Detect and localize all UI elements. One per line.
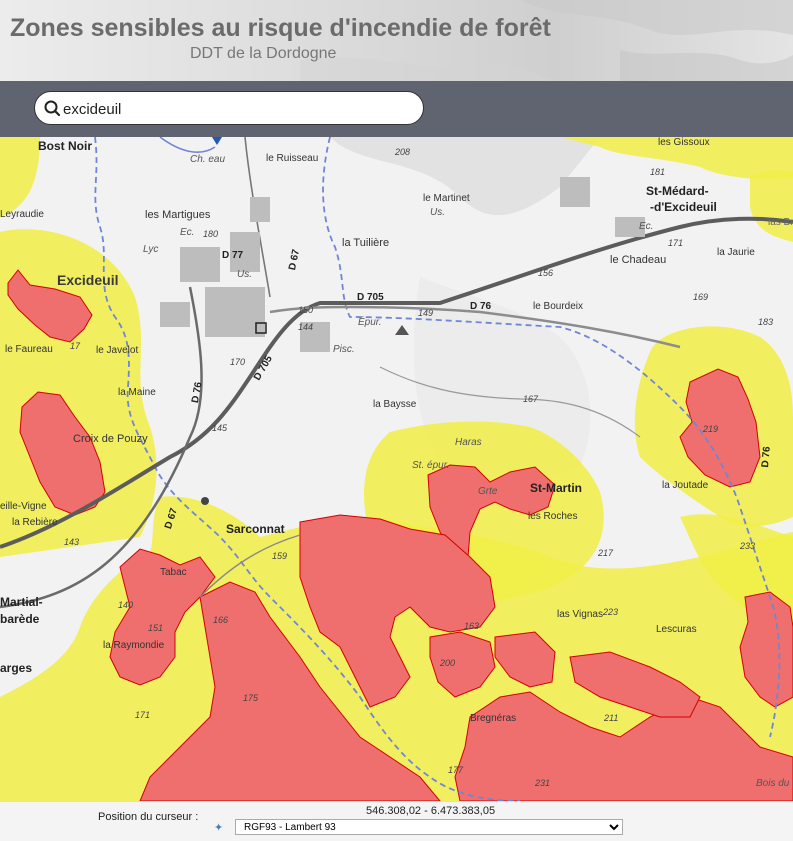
map-label: la Jaurie — [717, 247, 755, 258]
town-label: Excideuil — [57, 272, 119, 288]
map-label: 180 — [203, 229, 219, 239]
map-label: 145 — [212, 423, 228, 433]
map-label: las Vignas — [557, 609, 603, 620]
map-label: 167 — [523, 394, 539, 404]
road-label: D 76 — [470, 301, 492, 312]
map-label: 143 — [64, 537, 80, 547]
map-label: les Martigues — [145, 209, 211, 221]
map-label: le Chadeau — [610, 254, 667, 266]
map-label: la Rebière — [12, 517, 58, 528]
map-label: 177 — [448, 765, 464, 775]
map-label: 170 — [230, 357, 246, 367]
map-label: Us. — [237, 269, 252, 280]
map-label: 231 — [535, 778, 551, 788]
map-label: 166 — [213, 615, 229, 625]
road-label: D 76 — [760, 445, 773, 468]
map-label: la Joutade — [662, 480, 709, 491]
map-label: 219 — [703, 424, 719, 434]
map-label: 163 — [464, 621, 480, 631]
cursor-coordinates: 546.308,02 - 6.473.383,05 — [366, 805, 496, 817]
map-label: 171 — [668, 238, 684, 248]
map-label: la Maine — [118, 387, 156, 398]
map-canvas[interactable]: Bost Noir Ch. eau le Ruisseau 208 les Gi… — [0, 137, 793, 801]
search-box[interactable] — [34, 91, 424, 125]
map-label: Ec. — [180, 227, 195, 238]
map-label: 17 — [70, 341, 81, 351]
map-label: St-Martin — [530, 481, 582, 495]
map-label: Leyraudie — [0, 209, 44, 220]
map-label: la Baysse — [373, 399, 417, 410]
map-label: 149 — [418, 308, 434, 318]
map-label: eille-Vigne — [0, 501, 47, 512]
map-label: Sarconnat — [226, 522, 285, 536]
map-label: Ec. — [639, 221, 654, 232]
map-label: le Faureau — [5, 344, 53, 355]
map-label: Pisc. — [333, 344, 355, 355]
map-label: 175 — [243, 693, 259, 703]
page-subtitle: DDT de la Dordogne — [190, 45, 337, 62]
map-label: Haras — [455, 437, 482, 448]
map-label: Us. — [430, 207, 445, 218]
map-label: Épur. — [358, 317, 382, 328]
map-label: le Martinet — [423, 193, 470, 204]
map-label: la Tuilière — [342, 237, 390, 249]
map-label: Croix de Pouzy — [73, 433, 148, 445]
map-label: St-Médard- — [646, 184, 709, 198]
cursor-position-label: Position du curseur : — [98, 811, 199, 823]
road-label: D 705 — [357, 292, 384, 303]
status-bar: Position du curseur : 546.308,02 - 6.473… — [0, 801, 793, 841]
projection-select[interactable]: RGF93 - Lambert 93 — [235, 819, 623, 835]
map-label: 208 — [395, 147, 411, 157]
map-label: -d'Excideuil — [650, 200, 717, 214]
map-label: 233 — [740, 541, 756, 551]
map-label: Bois du — [756, 778, 790, 789]
map-label: Lescuras — [656, 624, 697, 635]
map-label: Grte — [478, 486, 498, 497]
map-label: le Ruisseau — [266, 153, 319, 164]
map-label: 150 — [298, 305, 314, 315]
map-label: barède — [0, 612, 40, 626]
map-label: 171 — [135, 710, 151, 720]
map-label: 217 — [598, 548, 614, 558]
map-symbol — [201, 497, 209, 505]
map-label: les Roches — [528, 511, 578, 522]
map-label: 156 — [538, 268, 554, 278]
map-label: las Bra — [768, 217, 793, 228]
road-label: D 77 — [222, 250, 244, 261]
map-layer[interactable] — [0, 137, 793, 801]
map-label: St. épur. — [412, 460, 450, 471]
map-label: Bost Noir — [38, 139, 92, 153]
map-label: Ch. eau — [190, 154, 226, 165]
map-label: les Gissoux — [658, 137, 710, 148]
page-title: Zones sensibles au risque d'incendie de … — [10, 14, 551, 42]
map-label: 211 — [604, 713, 619, 723]
app-header: Zones sensibles au risque d'incendie de … — [0, 0, 793, 81]
map-label: 159 — [272, 551, 288, 561]
search-input[interactable] — [61, 97, 415, 121]
map-label: 181 — [650, 167, 666, 177]
map-label: 151 — [148, 623, 164, 633]
map-label: Tabac — [160, 567, 187, 578]
map-label: 223 — [603, 607, 619, 617]
map-label: arges — [0, 661, 33, 675]
map-label: 200 — [440, 658, 456, 668]
map-label: Lyc — [143, 244, 159, 255]
map-label: 183 — [758, 317, 774, 327]
map-label: 144 — [298, 322, 314, 332]
search-icon[interactable] — [43, 99, 61, 117]
map-label: Bregnéras — [470, 713, 517, 724]
map-label: 169 — [693, 292, 709, 302]
map-label: le Bourdeix — [533, 301, 584, 312]
projection-icon: ✦ — [214, 822, 224, 834]
map-label: la Raymondie — [103, 640, 165, 651]
map-label: 140 — [118, 600, 134, 610]
map-label: Martial- — [0, 595, 43, 609]
map-label: le Javelot — [96, 345, 139, 356]
